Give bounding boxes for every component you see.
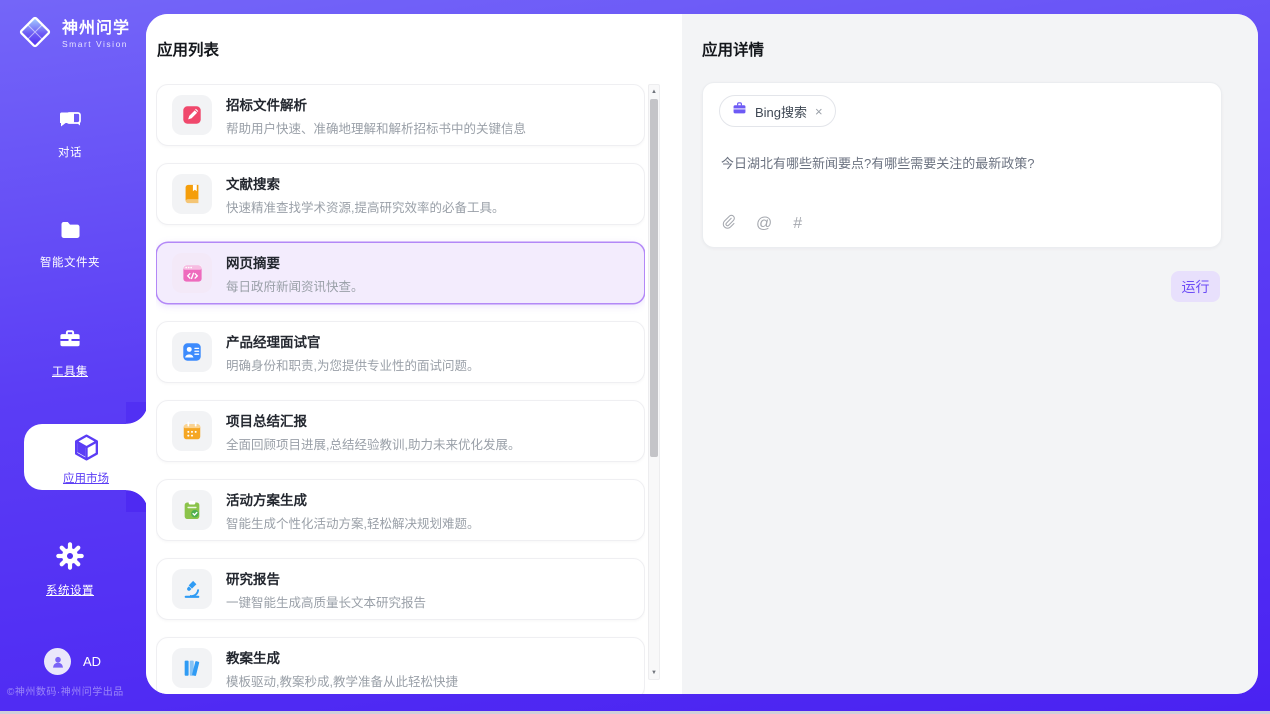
app-card-title: 招标文件解析 xyxy=(226,94,526,114)
tool-tag-bing[interactable]: Bing搜索 × xyxy=(719,95,836,127)
sidebar-item[interactable]: 系统设置 xyxy=(0,542,140,598)
app-card-desc: 明确身份和职责,为您提供专业性的面试问题。 xyxy=(226,355,479,374)
sidebar-item-label: 应用市场 xyxy=(24,470,148,486)
app-card-title: 产品经理面试官 xyxy=(226,331,479,351)
run-button[interactable]: 运行 xyxy=(1171,271,1220,302)
user-avatar-icon xyxy=(44,648,71,675)
app-card-desc: 一键智能生成高质量长文本研究报告 xyxy=(226,592,426,611)
gear-icon xyxy=(56,557,84,574)
tool-tag-label: Bing搜索 xyxy=(755,102,807,121)
scrollbar-thumb[interactable] xyxy=(650,99,658,457)
prompt-toolbar: @ # xyxy=(721,213,802,235)
browser-code-icon xyxy=(172,253,212,293)
cube-icon xyxy=(71,450,102,467)
app-card-title: 网页摘要 xyxy=(226,252,364,272)
app-card-desc: 模板驱动,教案秒成,教学准备从此轻松快捷 xyxy=(226,671,458,690)
app-detail-panel: 应用详情 Bing搜索 × 今日湖北有哪些新闻要点?有哪些需要关注的最新政策? xyxy=(682,14,1258,694)
app-card-title: 教案生成 xyxy=(226,647,458,667)
book-icon xyxy=(172,174,212,214)
app-detail-title: 应用详情 xyxy=(702,38,764,60)
sidebar: 神州问学 Smart Vision 对话 智能文件夹 工具集 应用市场 系统设置 xyxy=(0,0,148,711)
run-row: 运行 xyxy=(1171,271,1220,302)
books-icon xyxy=(172,648,212,688)
app-card[interactable]: 教案生成模板驱动,教案秒成,教学准备从此轻松快捷 xyxy=(156,637,645,694)
app-card-list: 招标文件解析帮助用户快速、准确地理解和解析招标书中的关键信息 文献搜索快速精准查… xyxy=(156,84,645,694)
sidebar-item-selected[interactable]: 应用市场 xyxy=(24,424,148,490)
sidebar-item-label: 对话 xyxy=(0,144,140,160)
app-card[interactable]: 研究报告一键智能生成高质量长文本研究报告 xyxy=(156,558,645,620)
user-row[interactable]: AD xyxy=(44,648,101,675)
app-card-desc: 智能生成个性化活动方案,轻松解决规划难题。 xyxy=(226,513,479,532)
sidebar-item-label: 系统设置 xyxy=(0,582,140,598)
app-list-panel: 应用列表 招标文件解析帮助用户快速、准确地理解和解析招标书中的关键信息 文献搜索… xyxy=(146,14,682,694)
scroll-up-icon[interactable]: ▲ xyxy=(649,85,659,98)
app-card[interactable]: 产品经理面试官明确身份和职责,为您提供专业性的面试问题。 xyxy=(156,321,645,383)
sidebar-item[interactable]: 对话 xyxy=(0,108,140,160)
close-icon[interactable]: × xyxy=(815,105,823,118)
sidebar-item-label: 工具集 xyxy=(0,363,140,379)
prompt-input[interactable]: 今日湖北有哪些新闻要点?有哪些需要关注的最新政策? xyxy=(721,153,1203,172)
app-list-title: 应用列表 xyxy=(157,38,219,60)
app-card[interactable]: 项目总结汇报全面回顾项目进展,总结经验教训,助力未来优化发展。 xyxy=(156,400,645,462)
app-card-desc: 全面回顾项目进展,总结经验教训,助力未来优化发展。 xyxy=(226,434,520,453)
scrollbar[interactable]: ▲ ▼ xyxy=(648,84,660,680)
calendar-icon xyxy=(172,411,212,451)
sidebar-item-label: 智能文件夹 xyxy=(0,254,140,270)
app-root: 神州问学 Smart Vision 对话 智能文件夹 工具集 应用市场 系统设置 xyxy=(0,0,1270,711)
app-card-title: 文献搜索 xyxy=(226,173,504,193)
at-icon[interactable]: @ xyxy=(756,215,772,233)
microscope-icon xyxy=(172,569,212,609)
app-card[interactable]: 招标文件解析帮助用户快速、准确地理解和解析招标书中的关键信息 xyxy=(156,84,645,146)
app-card-title: 活动方案生成 xyxy=(226,489,479,509)
app-card-title: 研究报告 xyxy=(226,568,426,588)
app-card[interactable]: 活动方案生成智能生成个性化活动方案,轻松解决规划难题。 xyxy=(156,479,645,541)
sidebar-item[interactable]: 工具集 xyxy=(0,326,140,379)
pen-square-icon xyxy=(172,95,212,135)
paperclip-icon[interactable] xyxy=(721,213,735,235)
clipboard-check-icon xyxy=(172,490,212,530)
hash-icon[interactable]: # xyxy=(793,215,802,233)
sidebar-footer: ©神州数码·神州问学出品 xyxy=(7,683,155,698)
folder-icon xyxy=(57,229,84,246)
toolbox-icon xyxy=(56,338,84,355)
chat-icon xyxy=(57,119,84,136)
scroll-down-icon[interactable]: ▼ xyxy=(649,666,659,679)
sidebar-item[interactable]: 智能文件夹 xyxy=(0,218,140,270)
app-card-title: 项目总结汇报 xyxy=(226,410,520,430)
brand-subtitle: Smart Vision xyxy=(62,39,130,49)
brand: 神州问学 Smart Vision xyxy=(16,13,130,56)
prompt-card: Bing搜索 × 今日湖北有哪些新闻要点?有哪些需要关注的最新政策? @ # xyxy=(702,82,1222,248)
user-label: AD xyxy=(83,654,101,669)
briefcase-icon xyxy=(732,101,747,121)
app-card[interactable]: 网页摘要每日政府新闻资讯快查。 xyxy=(156,242,645,304)
interview-icon xyxy=(172,332,212,372)
app-card-desc: 快速精准查找学术资源,提高研究效率的必备工具。 xyxy=(226,197,504,216)
brand-logo-icon xyxy=(16,13,54,56)
content: 应用列表 招标文件解析帮助用户快速、准确地理解和解析招标书中的关键信息 文献搜索… xyxy=(146,14,1258,694)
app-card[interactable]: 文献搜索快速精准查找学术资源,提高研究效率的必备工具。 xyxy=(156,163,645,225)
brand-name: 神州问学 xyxy=(62,20,130,38)
app-card-desc: 每日政府新闻资讯快查。 xyxy=(226,276,364,295)
app-card-desc: 帮助用户快速、准确地理解和解析招标书中的关键信息 xyxy=(226,118,526,137)
